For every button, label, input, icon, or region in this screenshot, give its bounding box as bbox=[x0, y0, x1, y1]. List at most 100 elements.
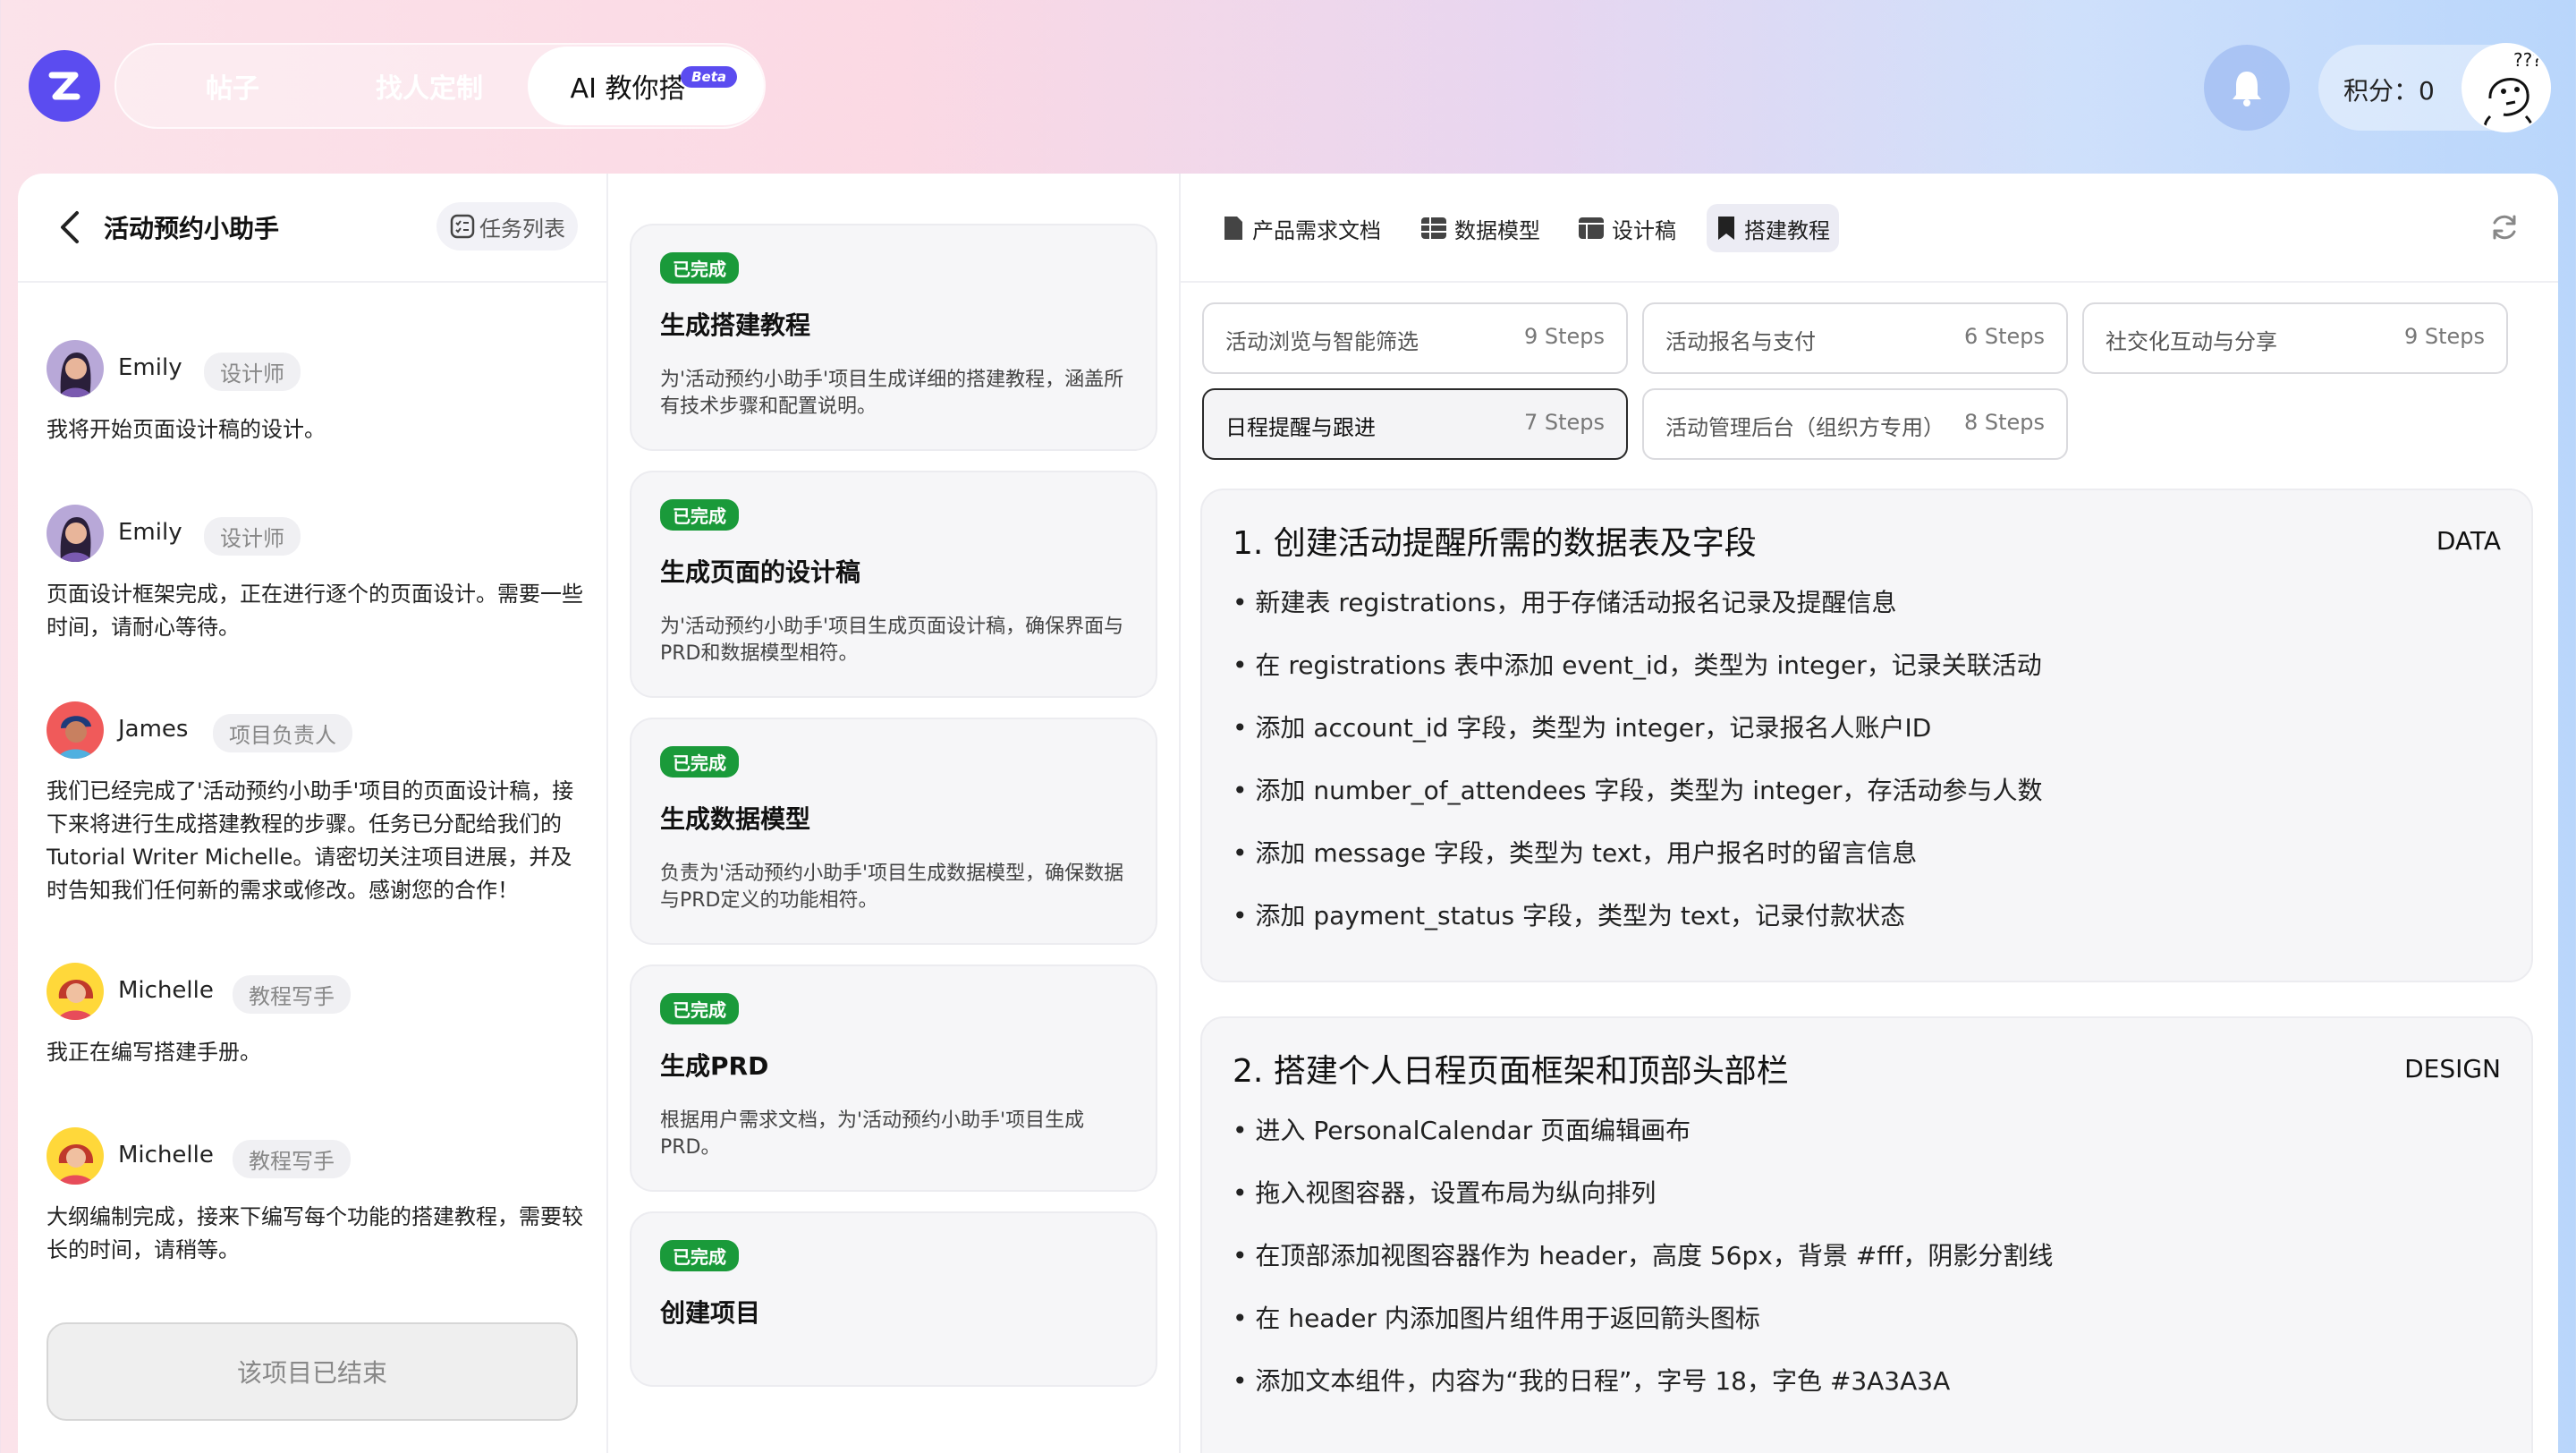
step-tag: DATA bbox=[2436, 526, 2501, 556]
task-list-button[interactable]: 任务列表 bbox=[436, 202, 578, 251]
task-title: 生成页面的设计稿 bbox=[660, 557, 861, 587]
message-text: 我们已经完成了'活动预约小助手'项目的页面设计稿，接下来将进行生成搭建教程的步骤… bbox=[47, 778, 574, 903]
message-text: 我正在编写搭建手册。 bbox=[47, 1040, 261, 1065]
avatar-michelle bbox=[47, 963, 104, 1020]
task-card[interactable]: 已完成 生成数据模型 负责为'活动预约小助手'项目生成数据模型，确保数据与PRD… bbox=[630, 718, 1157, 945]
task-card[interactable]: 已完成 生成PRD 根据用户需求文档，为'活动预约小助手'项目生成PRD。 bbox=[630, 964, 1157, 1192]
step-tag: DESIGN bbox=[2404, 1054, 2501, 1083]
chat-message: Emily 设计师 我将开始页面设计稿的设计。 bbox=[47, 340, 592, 446]
tab-label: 产品需求文档 bbox=[1252, 217, 1381, 243]
svg-text:???: ??? bbox=[2513, 49, 2542, 71]
step-label: 活动管理后台（组织方专用） bbox=[1665, 415, 1945, 440]
step-count: 6 Steps bbox=[1963, 324, 2045, 349]
tutorial-step-card: 2. 搭建个人日程页面框架和顶部头部栏 DESIGN 进入 PersonalCa… bbox=[1200, 1016, 2533, 1453]
step-group-reminder[interactable]: 日程提醒与跟进 7 Steps bbox=[1202, 388, 1628, 460]
sender-name: Emily bbox=[118, 519, 182, 546]
avatar-sketch-icon: ??? bbox=[2463, 45, 2549, 131]
step-label: 活动浏览与智能筛选 bbox=[1225, 329, 1419, 354]
role-badge: 设计师 bbox=[204, 353, 301, 391]
notification-button[interactable] bbox=[2204, 45, 2290, 131]
role-badge: 项目负责人 bbox=[213, 714, 352, 752]
task-title: 创建项目 bbox=[660, 1298, 761, 1328]
step-group-social[interactable]: 社交化互动与分享 9 Steps bbox=[2082, 302, 2508, 374]
bell-icon bbox=[2233, 72, 2261, 106]
sender-name: James bbox=[118, 716, 189, 743]
status-badge: 已完成 bbox=[660, 499, 739, 531]
status-badge: 已完成 bbox=[660, 252, 739, 284]
tab-design[interactable]: 设计稿 bbox=[1569, 204, 1685, 252]
avatar-emily bbox=[47, 340, 104, 397]
layout-icon bbox=[1579, 217, 1604, 239]
task-list-label: 任务列表 bbox=[479, 216, 565, 242]
message-text: 大纲编制完成，接来下编写每个功能的搭建教程，需要较长的时间，请稍等。 bbox=[47, 1204, 583, 1262]
tab-label: 数据模型 bbox=[1454, 217, 1540, 243]
step-item: 在 header 内添加图片组件用于返回箭头图标 bbox=[1233, 1303, 2053, 1365]
step-item: 添加文本组件，内容为“我的日程”，字号 18，字色 #3A3A3A bbox=[1233, 1365, 2053, 1428]
task-desc: 负责为'活动预约小助手'项目生成数据模型，确保数据与PRD定义的功能相符。 bbox=[660, 862, 1124, 912]
avatar-michelle bbox=[47, 1127, 104, 1185]
logo-icon bbox=[48, 72, 80, 100]
avatar-james bbox=[47, 701, 104, 759]
tab-prd[interactable]: 产品需求文档 bbox=[1213, 204, 1390, 252]
tab-data-model[interactable]: 数据模型 bbox=[1411, 204, 1549, 252]
step-item: 在顶部添加视图容器作为 header，高度 56px，背景 #fff，阴影分割线 bbox=[1233, 1240, 2053, 1303]
chat-message: Michelle 教程写手 我正在编写搭建手册。 bbox=[47, 963, 592, 1069]
step-count: 8 Steps bbox=[1963, 410, 2045, 435]
message-text: 我将开始页面设计稿的设计。 bbox=[47, 417, 326, 442]
role-badge: 教程写手 bbox=[233, 975, 351, 1014]
role-badge: 教程写手 bbox=[233, 1140, 351, 1178]
step-group-signup[interactable]: 活动报名与支付 6 Steps bbox=[1642, 302, 2068, 374]
tab-ai-build[interactable]: AI 教你搭 Beta bbox=[528, 47, 764, 125]
step-item: 添加 number_of_attendees 字段，类型为 integer，存活… bbox=[1233, 775, 2042, 837]
step-item: 拖入视图容器，设置布局为纵向排列 bbox=[1233, 1177, 2053, 1240]
step-label: 社交化互动与分享 bbox=[2106, 329, 2277, 354]
content-tabs: 产品需求文档 数据模型 设计稿 搭建教程 bbox=[1181, 174, 2558, 283]
step-title: 2. 搭建个人日程页面框架和顶部头部栏 bbox=[1233, 1053, 1789, 1090]
step-label: 日程提醒与跟进 bbox=[1225, 415, 1376, 440]
tab-tutorial[interactable]: 搭建教程 bbox=[1707, 204, 1839, 252]
step-count: 9 Steps bbox=[2403, 324, 2485, 349]
task-desc: 为'活动预约小助手'项目生成页面设计稿，确保界面与PRD和数据模型相符。 bbox=[660, 616, 1124, 665]
step-items: 进入 PersonalCalendar 页面编辑画布 拖入视图容器，设置布局为纵… bbox=[1233, 1115, 2053, 1428]
step-items: 新建表 registrations，用于存储活动报名记录及提醒信息 在 regi… bbox=[1233, 587, 2043, 963]
step-count: 7 Steps bbox=[1523, 410, 1605, 435]
bookmark-icon bbox=[1718, 217, 1734, 240]
status-badge: 已完成 bbox=[660, 993, 739, 1024]
back-arrow-icon[interactable] bbox=[54, 206, 86, 249]
step-title: 1. 创建活动提醒所需的数据表及字段 bbox=[1233, 525, 1757, 562]
tab-posts[interactable]: 帖子 bbox=[134, 45, 331, 127]
step-item: 添加 payment_status 字段，类型为 text，记录付款状态 bbox=[1233, 900, 2043, 963]
project-ended-button: 该项目已结束 bbox=[47, 1322, 578, 1421]
user-avatar[interactable]: ??? bbox=[2462, 43, 2551, 132]
project-title: 活动预约小助手 bbox=[104, 214, 280, 243]
task-card[interactable]: 已完成 创建项目 bbox=[630, 1211, 1157, 1387]
task-title: 生成PRD bbox=[660, 1051, 769, 1081]
task-title: 生成搭建教程 bbox=[660, 310, 811, 340]
app-logo[interactable] bbox=[29, 50, 100, 122]
sender-name: Emily bbox=[118, 354, 182, 381]
document-icon bbox=[1224, 217, 1242, 240]
step-item: 在 registrations 表中添加 event_id，类型为 intege… bbox=[1233, 650, 2043, 712]
step-item: 添加 message 字段，类型为 text，用户报名时的留言信息 bbox=[1233, 837, 2043, 900]
tab-custom[interactable]: 找人定制 bbox=[331, 45, 528, 127]
status-badge: 已完成 bbox=[660, 746, 739, 777]
tab-label: 搭建教程 bbox=[1744, 217, 1830, 243]
task-card[interactable]: 已完成 生成搭建教程 为'活动预约小助手'项目生成详细的搭建教程，涵盖所有技术步… bbox=[630, 224, 1157, 451]
sender-name: Michelle bbox=[118, 977, 214, 1004]
task-panel: 已完成 生成搭建教程 为'活动预约小助手'项目生成详细的搭建教程，涵盖所有技术步… bbox=[608, 174, 1179, 1453]
task-desc: 根据用户需求文档，为'活动预约小助手'项目生成PRD。 bbox=[660, 1109, 1085, 1159]
task-desc: 为'活动预约小助手'项目生成详细的搭建教程，涵盖所有技术步骤和配置说明。 bbox=[660, 369, 1124, 418]
table-icon bbox=[1421, 217, 1446, 239]
chat-message: James 项目负责人 我们已经完成了'活动预约小助手'项目的页面设计稿，接下来… bbox=[47, 701, 592, 907]
points-label: 积分：0 bbox=[2343, 76, 2435, 106]
step-group-browse[interactable]: 活动浏览与智能筛选 9 Steps bbox=[1202, 302, 1628, 374]
task-card[interactable]: 已完成 生成页面的设计稿 为'活动预约小助手'项目生成页面设计稿，确保界面与PR… bbox=[630, 471, 1157, 698]
refresh-icon[interactable] bbox=[2488, 211, 2521, 243]
step-group-admin[interactable]: 活动管理后台（组织方专用） 8 Steps bbox=[1642, 388, 2068, 460]
chat-message: Emily 设计师 页面设计框架完成，正在进行逐个的页面设计。需要一些时间，请耐… bbox=[47, 505, 592, 644]
chat-header: 活动预约小助手 任务列表 bbox=[18, 174, 606, 283]
main-nav: 帖子 找人定制 AI 教你搭 Beta bbox=[114, 43, 766, 129]
tab-ai-build-label: AI 教你搭 bbox=[570, 73, 686, 105]
step-count: 9 Steps bbox=[1523, 324, 1605, 349]
tab-label: 设计稿 bbox=[1612, 217, 1676, 243]
